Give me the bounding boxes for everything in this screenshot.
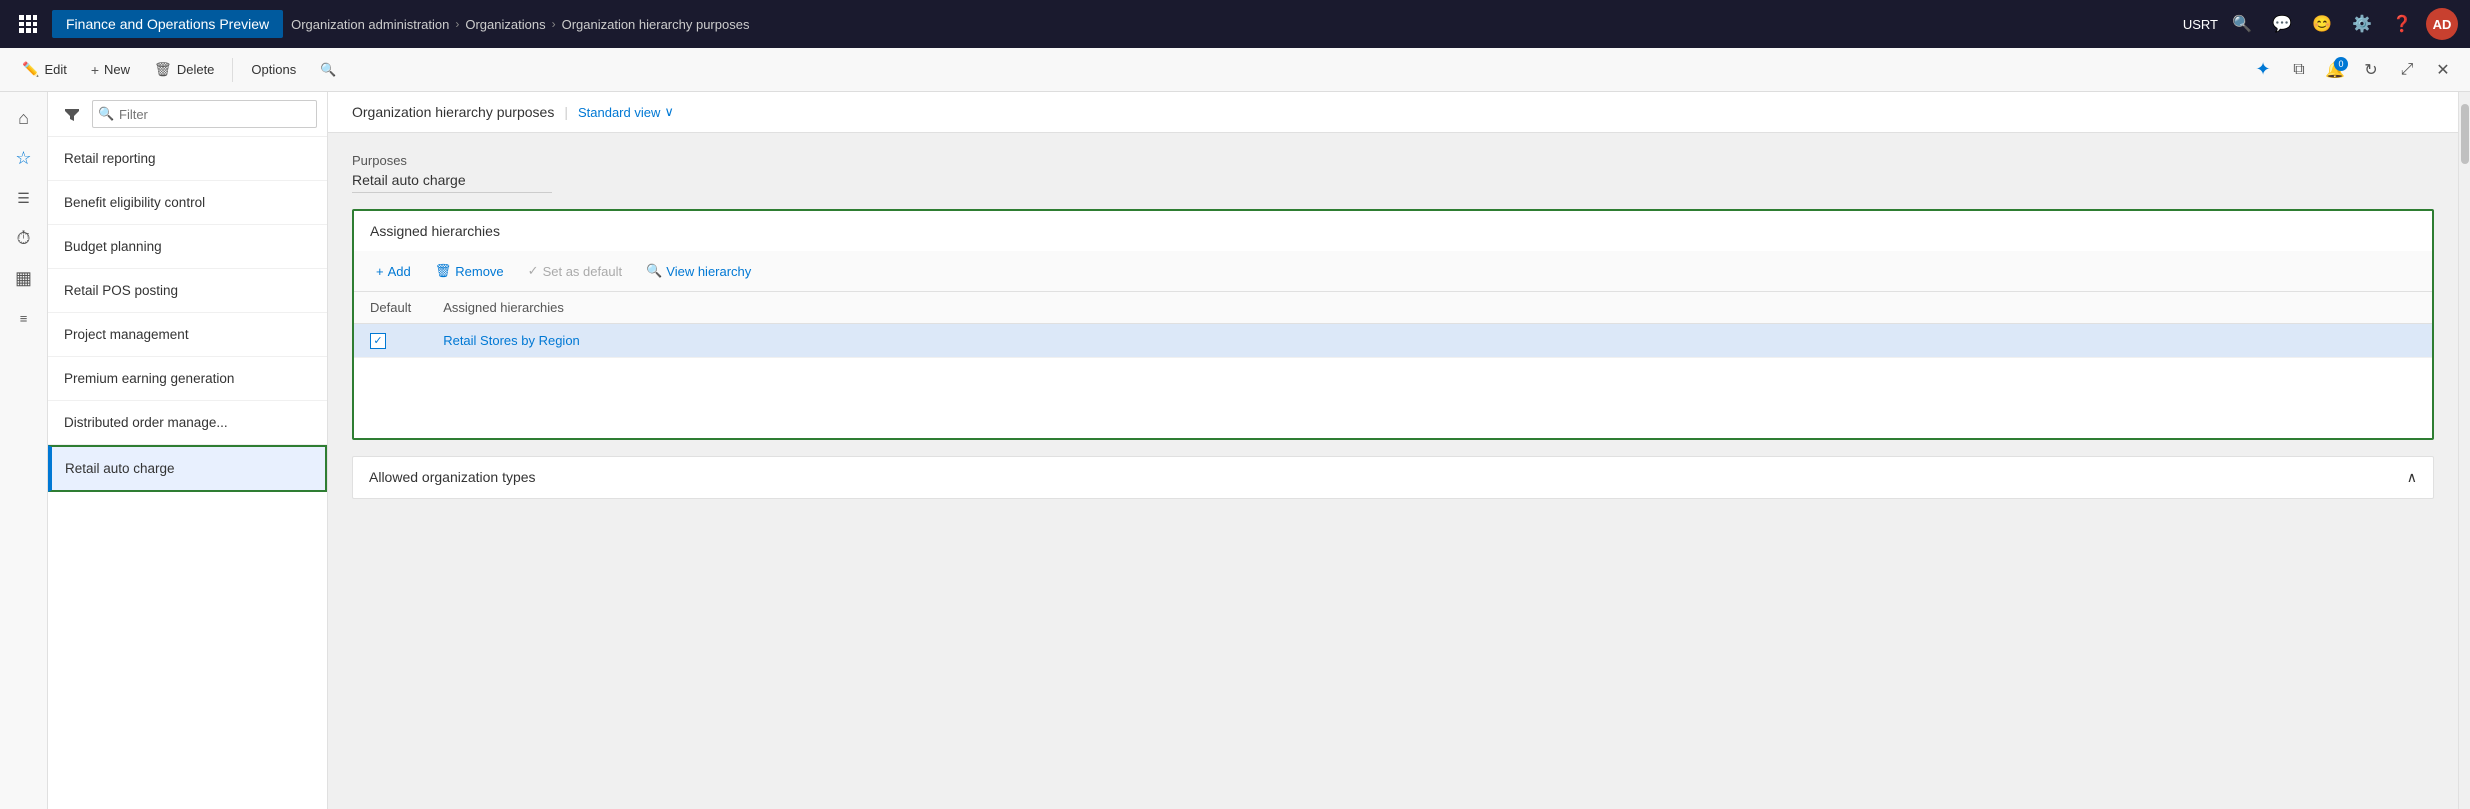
sidebar-list-icon[interactable]: ☰: [6, 180, 42, 216]
action-bar-right: ✦ ⧉ 🔔 0 ↻ ⤢ ✕: [2248, 55, 2458, 85]
sidebar-home-icon[interactable]: ⌂: [6, 100, 42, 136]
grid-menu-icon[interactable]: [12, 8, 44, 40]
allowed-org-types-header[interactable]: Allowed organization types ∧: [369, 469, 2417, 486]
col-assigned-header: Assigned hierarchies: [427, 292, 2432, 324]
action-bar: ✏️ Edit + New 🗑 Delete Options 🔍 ✦ ⧉ 🔔 0…: [0, 48, 2470, 92]
detail-content: Purposes Retail auto charge Assigned hie…: [328, 133, 2458, 519]
list-item-active[interactable]: Retail auto charge: [48, 445, 327, 492]
filter-input[interactable]: [92, 100, 317, 128]
chevron-up-icon: ∧: [2407, 469, 2417, 486]
purposes-value: Retail auto charge: [352, 172, 552, 193]
hierarchy-toolbar: + Add 🗑 Remove ✓ Set as default 🔍 View h…: [354, 251, 2432, 292]
set-as-default-button[interactable]: ✓ Set as default: [522, 259, 628, 283]
person-icon[interactable]: 😊: [2306, 8, 2338, 40]
notification-icon[interactable]: 🔔 0: [2320, 55, 2350, 85]
default-checkbox-cell: [354, 324, 427, 358]
delete-icon: 🗑: [154, 61, 172, 78]
list-panel: 🔍 Retail reporting Benefit eligibility c…: [48, 92, 328, 809]
sidebar-star-icon[interactable]: ☆: [6, 140, 42, 176]
col-default-header: Default: [354, 292, 427, 324]
chevron-down-icon: ∨: [664, 104, 674, 120]
help-icon[interactable]: ❓: [2386, 8, 2418, 40]
allowed-org-types-section: Allowed organization types ∧: [352, 456, 2434, 499]
plus-icon: +: [91, 62, 99, 78]
notification-badge: 0: [2334, 57, 2348, 71]
list-item[interactable]: Benefit eligibility control: [48, 181, 327, 225]
hierarchy-empty-space: [354, 358, 2432, 438]
purposes-label: Purposes: [352, 153, 2434, 168]
app-title: Finance and Operations Preview: [52, 10, 283, 38]
detail-header: Organization hierarchy purposes | Standa…: [328, 92, 2458, 133]
add-button[interactable]: + Add: [370, 260, 417, 283]
breadcrumb-item-2[interactable]: Organizations: [465, 17, 545, 32]
edit-button[interactable]: ✏️ Edit: [12, 56, 77, 83]
sidebar-icons: ⌂ ☆ ☰ ⏱ ▦ ≡: [0, 92, 48, 809]
sidebar-clock-icon[interactable]: ⏱: [6, 220, 42, 256]
list-item[interactable]: Premium earning generation: [48, 357, 327, 401]
view-selector[interactable]: Standard view ∨: [578, 104, 674, 120]
filter-input-wrap: 🔍: [92, 100, 317, 128]
purposes-field: Purposes Retail auto charge: [352, 153, 2434, 193]
assigned-hierarchies-section: Assigned hierarchies + Add 🗑 Remove ✓ Se…: [352, 209, 2434, 440]
refresh-icon[interactable]: ↻: [2356, 55, 2386, 85]
hierarchy-name-cell: Retail Stores by Region: [427, 324, 2432, 358]
table-row[interactable]: Retail Stores by Region: [354, 324, 2432, 358]
close-icon[interactable]: ✕: [2428, 55, 2458, 85]
scrollbar[interactable]: [2458, 92, 2470, 809]
filter-search-icon: 🔍: [98, 106, 114, 122]
default-checkbox[interactable]: [370, 333, 386, 349]
split-view-icon[interactable]: ⧉: [2284, 55, 2314, 85]
settings-icon[interactable]: ⚙️: [2346, 8, 2378, 40]
list-item[interactable]: Distributed order manage...: [48, 401, 327, 445]
check-icon: ✓: [528, 263, 539, 279]
assigned-hierarchies-label: Assigned hierarchies: [354, 211, 2432, 251]
remove-button[interactable]: 🗑 Remove: [429, 259, 510, 283]
action-divider: [232, 58, 233, 82]
top-bar: Finance and Operations Preview Organizat…: [0, 0, 2470, 48]
scrollbar-thumb: [2461, 104, 2469, 164]
delete-button[interactable]: 🗑 Delete: [144, 56, 224, 83]
maximize-icon[interactable]: ⤢: [2392, 55, 2422, 85]
breadcrumb-chevron-1: ›: [455, 17, 459, 31]
new-button[interactable]: + New: [81, 57, 140, 83]
detail-panel: Organization hierarchy purposes | Standa…: [328, 92, 2458, 809]
add-icon: +: [376, 264, 384, 279]
comment-icon[interactable]: 💬: [2266, 8, 2298, 40]
trash-icon: 🗑: [435, 263, 452, 279]
avatar[interactable]: AD: [2426, 8, 2458, 40]
breadcrumb-chevron-2: ›: [552, 17, 556, 31]
breadcrumb-item-3[interactable]: Organization hierarchy purposes: [562, 17, 750, 32]
list-item[interactable]: Retail reporting: [48, 137, 327, 181]
sidebar-calendar-icon[interactable]: ▦: [6, 260, 42, 296]
options-button[interactable]: Options: [241, 57, 306, 82]
list-item[interactable]: Retail POS posting: [48, 269, 327, 313]
filter-icon[interactable]: [58, 100, 86, 128]
search-icon: 🔍: [646, 263, 662, 279]
breadcrumb: Organization administration › Organizati…: [291, 17, 2175, 32]
edit-icon: ✏️: [22, 61, 39, 78]
detail-page-title: Organization hierarchy purposes: [352, 104, 554, 120]
personalize-icon[interactable]: ✦: [2248, 55, 2278, 85]
separator: |: [564, 104, 568, 120]
breadcrumb-item-1[interactable]: Organization administration: [291, 17, 449, 32]
list-filter-area: 🔍: [48, 92, 327, 137]
hierarchy-table: Default Assigned hierarchies: [354, 292, 2432, 358]
list-items: Retail reporting Benefit eligibility con…: [48, 137, 327, 809]
main-layout: ⌂ ☆ ☰ ⏱ ▦ ≡ 🔍 Retail reporting Benefit e…: [0, 92, 2470, 809]
top-bar-right: USRT 🔍 💬 😊 ⚙️ ❓ AD: [2183, 8, 2458, 40]
action-search-icon: 🔍: [320, 62, 336, 78]
list-item[interactable]: Budget planning: [48, 225, 327, 269]
hierarchy-link[interactable]: Retail Stores by Region: [443, 333, 580, 348]
username-label: USRT: [2183, 17, 2218, 32]
sidebar-menu-icon[interactable]: ≡: [6, 300, 42, 336]
search-icon[interactable]: 🔍: [2226, 8, 2258, 40]
view-hierarchy-button[interactable]: 🔍 View hierarchy: [640, 259, 757, 283]
list-item[interactable]: Project management: [48, 313, 327, 357]
